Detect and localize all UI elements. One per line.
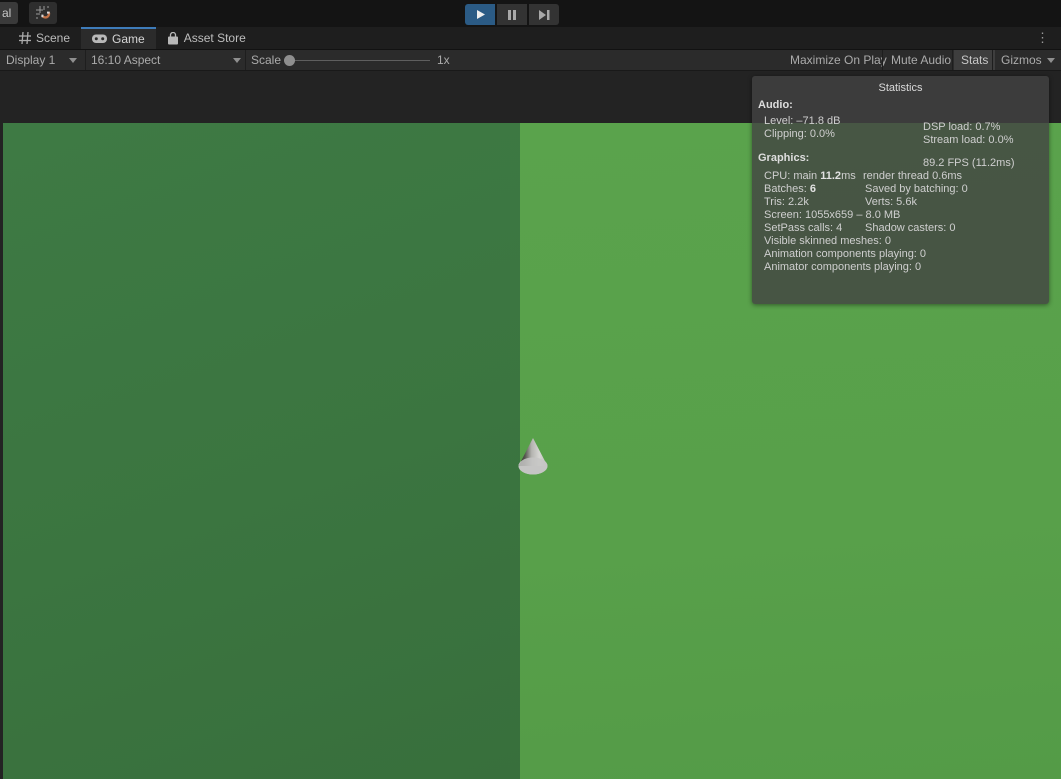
statistics-title: Statistics [878,82,923,94]
animation-components-playing: Animation components playing: 0 [764,248,927,260]
display-dropdown-label: Display 1 [6,53,56,67]
cpu-main-time: 11.2 [820,170,842,182]
step-icon [539,9,550,20]
graphics-section-heading: Graphics: [758,152,810,164]
tab-game-label: Game [112,32,145,46]
saved-by-batching: Saved by batching: 0 [865,183,968,195]
tab-menu-kebab-icon[interactable]: ⋮ [1036,30,1049,46]
tab-asset-store[interactable]: Asset Store [156,27,257,49]
mute-audio-button[interactable]: Mute Audio [884,50,958,70]
chevron-down-icon [69,57,78,63]
pause-icon [508,9,516,20]
render-thread-time: render thread 0.6ms [863,170,963,182]
toolbar-separator [85,50,86,70]
step-button[interactable] [529,4,559,25]
stream-load: Stream load: 0.0% [923,134,1014,146]
toolbar-separator [882,50,883,70]
ground-plane-dark-green [3,123,520,779]
toolbar-separator [952,50,953,70]
tab-game[interactable]: Game [81,27,156,49]
editor-topbar: al [0,0,1061,27]
statistics-overlay: Statistics Audio: Level: –71.8 dB Clippi… [752,76,1049,304]
play-icon [476,10,485,19]
batches-line: Batches: 6 [764,183,816,195]
pause-button[interactable] [497,4,527,25]
tab-scene[interactable]: Scene [8,27,81,49]
view-tabbar: Scene Game Asset Store ⋮ [0,27,1061,50]
visible-skinned-meshes: Visible skinned meshes: 0 [764,235,891,247]
batches-value: 6 [809,183,816,195]
toolbar-separator [992,50,993,70]
scale-label: Scale [251,53,282,67]
setpass-calls: SetPass calls: 4 [764,222,843,234]
verts-count: Verts: 5.6k [865,196,917,208]
scene-icon [19,32,31,44]
game-viewport: Statistics Audio: Level: –71.8 dB Clippi… [0,71,1061,779]
tab-asset-store-label: Asset Store [183,31,246,45]
scale-slider-track[interactable] [287,60,430,61]
stats-toggle-button[interactable]: Stats [954,50,996,70]
chevron-down-icon [1046,57,1055,63]
grid-snap-button[interactable] [29,2,57,24]
play-controls [465,4,559,25]
cpu-time-line: CPU: main 11.2ms [764,170,856,182]
screen-resolution: Screen: 1055x659 – 8.0 MB [764,209,901,221]
scale-slider-thumb[interactable] [284,55,295,66]
dsp-load: DSP load: 0.7% [923,121,1001,133]
shopping-bag-icon [167,31,178,44]
gizmos-dropdown-button[interactable]: Gizmos [994,50,1061,70]
fps-readout: 89.2 FPS (11.2ms) [923,157,1015,169]
unity-editor-game-view: al Scene Game Asset Store ⋮ Display 1 16… [0,0,1061,779]
scale-value: 1x [437,53,450,67]
chevron-down-icon [233,57,241,63]
display-dropdown[interactable]: Display 1 [6,50,78,70]
toolbar-separator [245,50,246,70]
audio-level: Level: –71.8 dB [764,115,841,127]
clipped-button-label: al [2,6,12,20]
play-button[interactable] [465,4,495,25]
tris-count: Tris: 2.2k [764,196,809,208]
gamepad-icon [92,34,108,43]
maximize-on-play-button[interactable]: Maximize On Play [783,50,894,70]
shadow-casters: Shadow casters: 0 [865,222,956,234]
grid-snap-icon [36,6,51,19]
cone-game-object [518,438,548,475]
tab-scene-label: Scene [36,31,71,45]
aspect-ratio-dropdown[interactable]: 16:10 Aspect [91,50,241,70]
audio-clipping: Clipping: 0.0% [764,128,835,140]
aspect-dropdown-label: 16:10 Aspect [91,53,161,67]
game-view-toolbar: Display 1 16:10 Aspect Scale 1x Maximize… [0,50,1061,71]
animator-components-playing: Animator components playing: 0 [764,261,922,273]
clipped-toolbar-button[interactable]: al [0,2,18,24]
audio-section-heading: Audio: [758,99,793,111]
